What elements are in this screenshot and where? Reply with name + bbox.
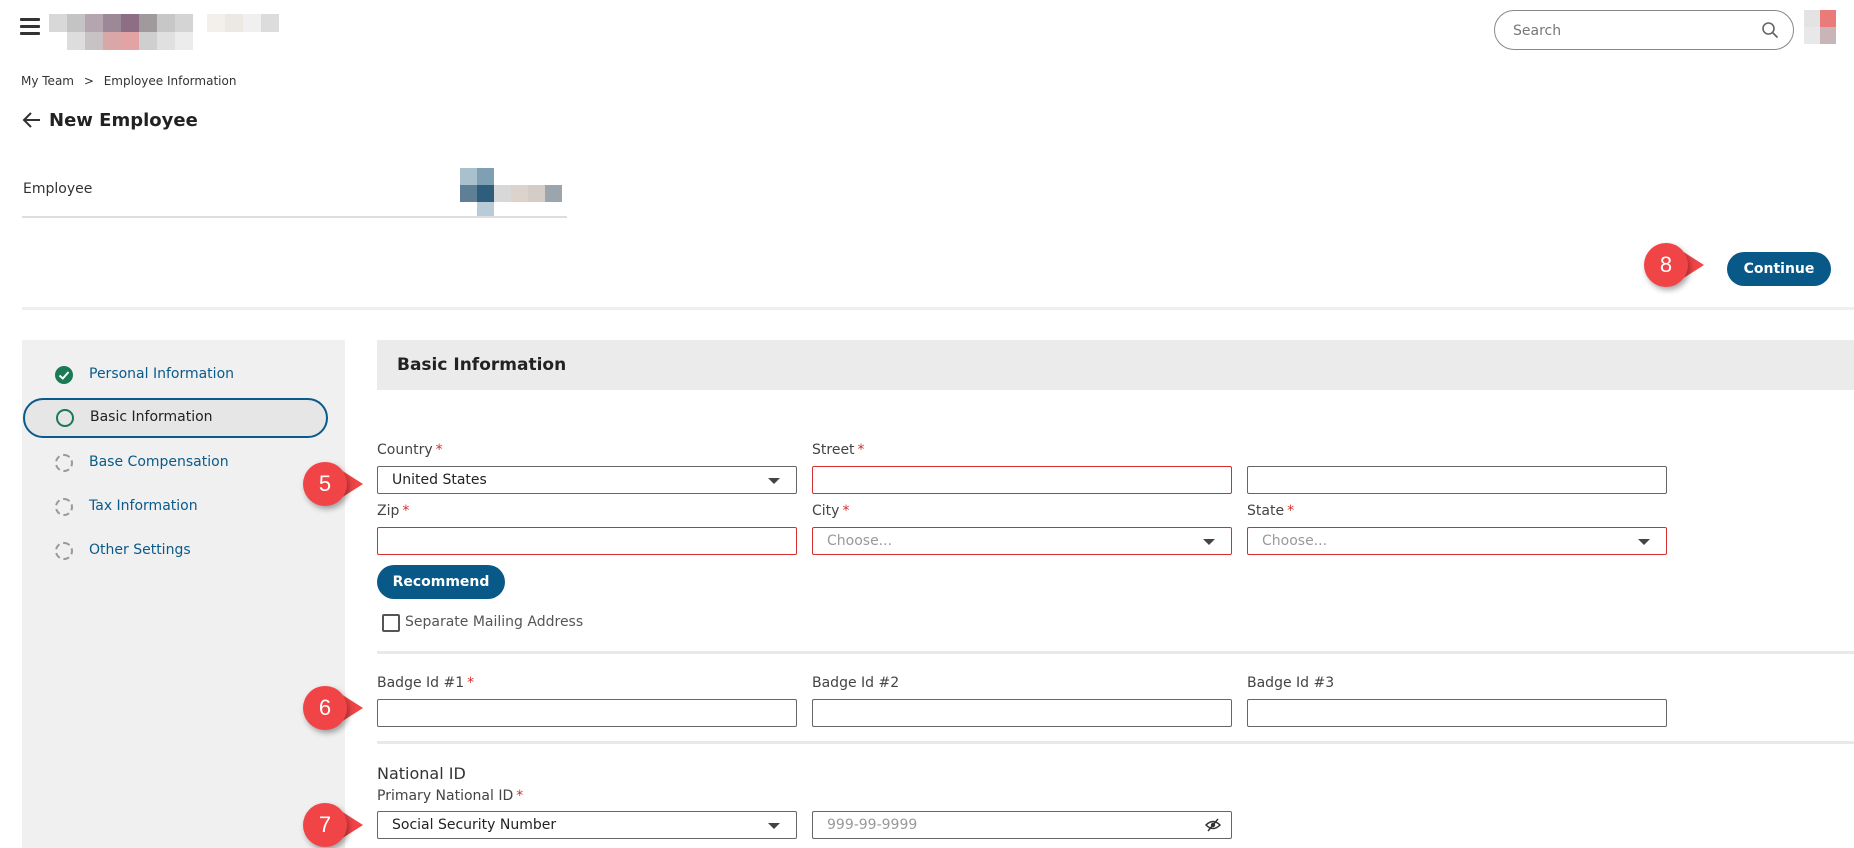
breadcrumb-item-my-team[interactable]: My Team xyxy=(21,74,74,88)
state-placeholder: Choose... xyxy=(1262,533,1328,549)
primary-national-id-label: Primary National ID * xyxy=(377,788,524,804)
circle-icon xyxy=(56,409,74,427)
callout-number: 8 xyxy=(1644,243,1688,287)
national-id-number-input[interactable]: 999-99-9999 xyxy=(812,811,1232,839)
street-label: Street * xyxy=(812,442,865,458)
street-line2-input[interactable] xyxy=(1247,466,1667,494)
sidebar-step-label: Personal Information xyxy=(89,366,235,382)
badge3-label: Badge Id #3 xyxy=(1247,675,1335,691)
callout-number: 5 xyxy=(303,462,347,506)
employee-underline xyxy=(22,216,567,218)
hamburger-menu-icon[interactable] xyxy=(20,18,40,38)
sidebar-step-tax-information[interactable]: Tax Information xyxy=(22,487,327,527)
section-header: Basic Information xyxy=(377,340,1854,390)
sidebar-step-other-settings[interactable]: Other Settings xyxy=(22,531,327,571)
dashed-circle-icon xyxy=(55,454,73,472)
street-input[interactable] xyxy=(812,466,1232,494)
city-select[interactable]: Choose... xyxy=(812,527,1232,555)
sidebar-step-label: Tax Information xyxy=(89,498,198,514)
breadcrumb-item-employee-information: Employee Information xyxy=(103,74,237,88)
state-select[interactable]: Choose... xyxy=(1247,527,1667,555)
callout-number: 7 xyxy=(303,803,347,847)
section-divider xyxy=(377,741,1854,744)
check-circle-icon xyxy=(55,366,73,384)
chevron-down-icon xyxy=(1638,539,1650,545)
search-input[interactable] xyxy=(1511,20,1751,42)
country-value: United States xyxy=(392,472,487,488)
chevron-down-icon xyxy=(768,823,780,829)
state-label: State * xyxy=(1247,503,1295,519)
continue-button[interactable]: Continue xyxy=(1727,252,1831,286)
back-arrow-icon[interactable] xyxy=(22,111,42,129)
zip-input[interactable] xyxy=(377,527,797,555)
primary-national-id-select[interactable]: Social Security Number xyxy=(377,811,797,839)
sidebar-step-personal-information[interactable]: Personal Information xyxy=(22,355,327,395)
sidebar-step-label: Basic Information xyxy=(90,409,213,425)
chevron-down-icon xyxy=(1203,539,1215,545)
wizard-sidebar: Personal Information Basic Information B… xyxy=(22,340,345,848)
section-title: Basic Information xyxy=(397,355,567,375)
search-box[interactable] xyxy=(1494,10,1794,50)
company-logo xyxy=(49,14,289,50)
primary-national-id-value: Social Security Number xyxy=(392,817,557,833)
recommend-button[interactable]: Recommend xyxy=(377,565,505,599)
city-placeholder: Choose... xyxy=(827,533,893,549)
zip-label: Zip * xyxy=(377,503,410,519)
sidebar-step-basic-information[interactable]: Basic Information xyxy=(23,398,328,438)
chevron-down-icon xyxy=(768,478,780,484)
national-id-title: National ID xyxy=(377,764,466,783)
eye-slash-icon[interactable] xyxy=(1205,818,1221,832)
badge1-input[interactable] xyxy=(377,699,797,727)
search-icon[interactable] xyxy=(1761,21,1779,39)
page-title: New Employee xyxy=(49,110,198,131)
country-label: Country * xyxy=(377,442,443,458)
city-label: City * xyxy=(812,503,850,519)
dashed-circle-icon xyxy=(55,498,73,516)
sidebar-step-label: Other Settings xyxy=(89,542,191,558)
country-select[interactable]: United States xyxy=(377,466,797,494)
breadcrumb: My Team > Employee Information xyxy=(21,74,242,88)
separate-mailing-label: Separate Mailing Address xyxy=(405,614,584,630)
user-avatar[interactable] xyxy=(1804,10,1836,44)
employee-label: Employee xyxy=(23,181,93,197)
dashed-circle-icon xyxy=(55,542,73,560)
badge3-input[interactable] xyxy=(1247,699,1667,727)
sidebar-step-label: Base Compensation xyxy=(89,454,229,470)
section-divider xyxy=(377,651,1854,654)
breadcrumb-separator: > xyxy=(83,74,94,88)
badge2-input[interactable] xyxy=(812,699,1232,727)
header-divider xyxy=(22,307,1854,310)
separate-mailing-checkbox[interactable] xyxy=(382,614,400,632)
badge1-label: Badge Id #1 * xyxy=(377,675,475,691)
employee-name-redacted xyxy=(460,168,568,218)
badge2-label: Badge Id #2 xyxy=(812,675,900,691)
callout-number: 6 xyxy=(303,686,347,730)
sidebar-step-base-compensation[interactable]: Base Compensation xyxy=(22,443,327,483)
national-id-number-placeholder: 999-99-9999 xyxy=(827,817,918,833)
